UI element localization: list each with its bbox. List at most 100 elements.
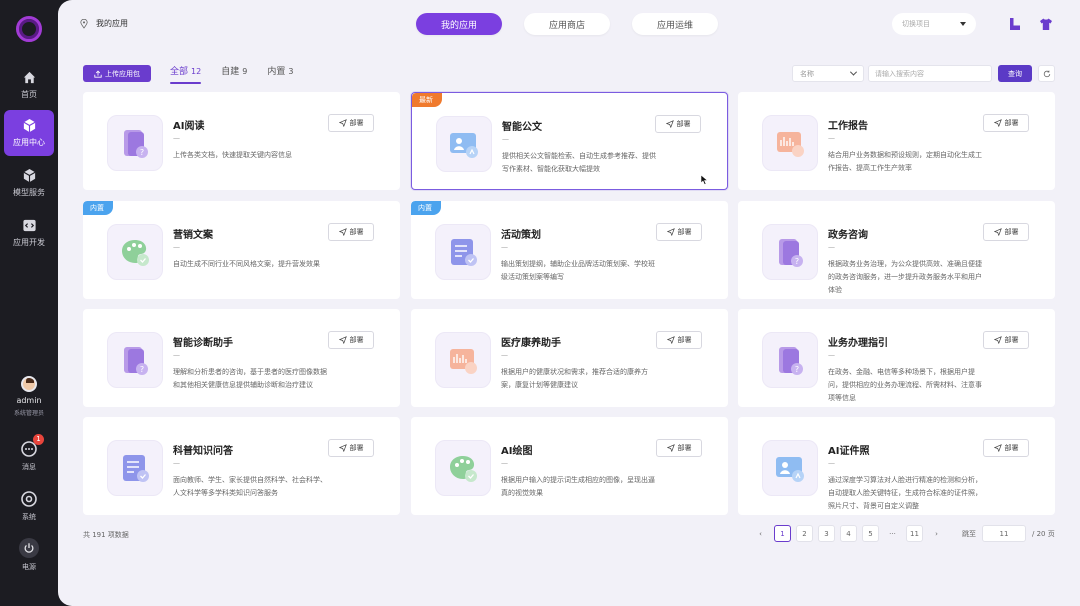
deploy-button[interactable]: 部署 [656, 331, 702, 349]
project-switcher[interactable]: 切换项目 [892, 13, 976, 35]
layout-icon[interactable] [1008, 17, 1022, 31]
app-card[interactable]: ? AI阅读 — 上传各类文档，快速提取关键内容信息 部署 [83, 92, 400, 190]
filter-builtin[interactable]: 内置 3 [267, 64, 293, 81]
search-field-select[interactable]: 名称 [792, 65, 864, 82]
sidebar-item-app-center[interactable]: 应用中心 [4, 110, 54, 156]
page-ellipsis[interactable]: ··· [884, 525, 901, 542]
prev-page-button[interactable]: ‹ [752, 525, 769, 542]
doc-check-icon [107, 440, 163, 496]
card-tag: 内置 [411, 201, 441, 215]
page-11[interactable]: 11 [906, 525, 923, 542]
app-card[interactable]: ? 政务咨询 — 根据政务业务治理，为公众提供高效、准确且便捷的政务咨询服务，进… [738, 201, 1055, 299]
sidebar-item-label: 应用开发 [13, 238, 45, 247]
page-total: / 20 页 [1032, 529, 1055, 538]
card-description: 根据政务业务治理，为公众提供高效、准确且便捷的政务咨询服务，进一步提升政务服务水… [828, 260, 982, 294]
app-card[interactable]: 内置 营销文案 — 自动生成不同行业不同风格文案，提升营发效果 部署 [83, 201, 400, 299]
id-photo-icon [436, 116, 492, 172]
user-profile[interactable]: admin 系统管理员 [0, 376, 58, 417]
card-description: 根据用户的健康状况和需求，推荐合适的康养方案，康复计划等健康建议 [501, 368, 648, 389]
card-title: AI阅读 [173, 121, 205, 132]
upload-package-button[interactable]: 上传应用包 [83, 65, 151, 82]
sidebar-item-home[interactable]: 首页 [4, 62, 54, 108]
app-card[interactable]: ? 业务办理指引 — 在政务、金融、电信等多种场景下，根据用户提问，提供相应的业… [738, 309, 1055, 407]
sidebar-item-power[interactable]: 电源 [0, 538, 58, 572]
deploy-button[interactable]: 部署 [328, 331, 374, 349]
card-title: 营销文案 [173, 230, 213, 241]
card-subtitle: — [501, 243, 508, 251]
deploy-button[interactable]: 部署 [656, 439, 702, 457]
tab-my-apps[interactable]: 我的应用 [416, 13, 502, 35]
app-card[interactable]: AI绘图 — 根据用户输入的提示词生成相应的图像，呈现出逼真的视觉效果 部署 [411, 417, 728, 515]
card-tag: 最新 [412, 93, 442, 107]
card-description: 自动生成不同行业不同风格文案，提升营发效果 [173, 260, 320, 268]
book-icon: ? [762, 332, 818, 388]
send-icon [666, 336, 675, 344]
refresh-icon [1043, 70, 1050, 77]
sidebar-item-label: 模型服务 [13, 188, 45, 197]
sidebar-item-app-dev[interactable]: 应用开发 [4, 210, 54, 256]
app-card[interactable]: ? 智能诊断助手 — 理解和分析患者的咨询，基于患者的医疗图像数据和其他相关健康… [83, 309, 400, 407]
app-card[interactable]: 医疗康养助手 — 根据用户的健康状况和需求，推荐合适的康养方案，康复计划等健康建… [411, 309, 728, 407]
tab-app-ops[interactable]: 应用运维 [632, 13, 718, 35]
deploy-button[interactable]: 部署 [328, 223, 374, 241]
card-title: 科普知识问答 [173, 446, 233, 457]
filter-tabs: 全部 12 自建 9 内置 3 [170, 64, 293, 84]
card-subtitle: — [828, 459, 835, 467]
deploy-label: 部署 [1004, 228, 1019, 236]
avatar[interactable] [21, 376, 37, 392]
page-4[interactable]: 4 [840, 525, 857, 542]
query-button[interactable]: 查询 [998, 65, 1032, 82]
refresh-button[interactable] [1038, 65, 1055, 82]
page-2[interactable]: 2 [796, 525, 813, 542]
app-logo [16, 16, 42, 42]
deploy-button[interactable]: 部署 [983, 114, 1029, 132]
svg-text:?: ? [140, 148, 144, 157]
deploy-button[interactable]: 部署 [328, 114, 374, 132]
filter-count: 12 [191, 67, 202, 76]
deploy-button[interactable]: 部署 [983, 439, 1029, 457]
deploy-button[interactable]: 部署 [983, 331, 1029, 349]
deploy-button[interactable]: 部署 [655, 115, 701, 133]
tab-app-store[interactable]: 应用商店 [524, 13, 610, 35]
deploy-button[interactable]: 部署 [983, 223, 1029, 241]
app-card[interactable]: 最新 智能公文 — 提供相关公文智能检索、自动生成参考推荐、提供写作素材、智能化… [411, 92, 728, 190]
page-3[interactable]: 3 [818, 525, 835, 542]
page-5[interactable]: 5 [862, 525, 879, 542]
app-card[interactable]: AI证件照 — 通过深度学习算法对人脸进行精准的检测和分析，自动提取人脸关键特征… [738, 417, 1055, 515]
main-panel: 我的应用 我的应用 应用商店 应用运维 切换项目 上传应用包 全部 12 自建 9 … [58, 0, 1080, 606]
search-input[interactable]: 请输入搜索内容 [868, 65, 992, 82]
message-badge: 1 [33, 434, 44, 445]
top-bar: 我的应用 我的应用 应用商店 应用运维 切换项目 [58, 0, 1080, 48]
filter-custom[interactable]: 自建 9 [221, 64, 247, 81]
filter-all[interactable]: 全部 12 [170, 64, 202, 84]
cube-icon [23, 118, 35, 133]
deploy-button[interactable]: 部署 [328, 439, 374, 457]
jump-input[interactable]: 11 [982, 525, 1026, 542]
send-icon [666, 444, 675, 452]
app-card[interactable]: 工作报告 — 结合用户业务数据和预设规则，定期自动化生成工作报告、提高工作生产效… [738, 92, 1055, 190]
card-description: 理解和分析患者的咨询，基于患者的医疗图像数据和其他相关健康信息提供辅助诊断和治疗… [173, 368, 327, 389]
card-subtitle: — [828, 351, 835, 359]
card-title: 智能诊断助手 [173, 338, 233, 349]
app-card[interactable]: 科普知识问答 — 面向教师、学生、家长提供自然科学、社会科学、人文科学等多学科类… [83, 417, 400, 515]
card-subtitle: — [501, 351, 508, 359]
deploy-label: 部署 [676, 120, 691, 128]
sidebar-item-label: 首页 [21, 90, 37, 99]
sidebar-item-messages[interactable]: 1 消息 [0, 434, 58, 472]
book-icon: ? [762, 224, 818, 280]
card-subtitle: — [173, 134, 180, 142]
report-icon [762, 115, 818, 171]
sidebar-item-model-service[interactable]: 模型服务 [4, 160, 54, 206]
app-card[interactable]: 内置 活动策划 — 输出策划提纲，辅助企业品牌活动策划案、学校班级活动策划案等编… [411, 201, 728, 299]
send-icon [338, 119, 347, 127]
chevron-down-icon [849, 68, 858, 76]
book-icon: ? [107, 115, 163, 171]
total-count: 共 191 项数据 [83, 531, 129, 539]
card-description: 面向教师、学生、家长提供自然科学、社会科学、人文科学等多学科类知识问答服务 [173, 476, 327, 497]
shirt-icon[interactable] [1039, 17, 1053, 31]
send-icon [993, 228, 1002, 236]
next-page-button[interactable]: › [928, 525, 945, 542]
deploy-button[interactable]: 部署 [656, 223, 702, 241]
sidebar-item-system[interactable]: 系统 [0, 490, 58, 522]
page-1[interactable]: 1 [774, 525, 791, 542]
